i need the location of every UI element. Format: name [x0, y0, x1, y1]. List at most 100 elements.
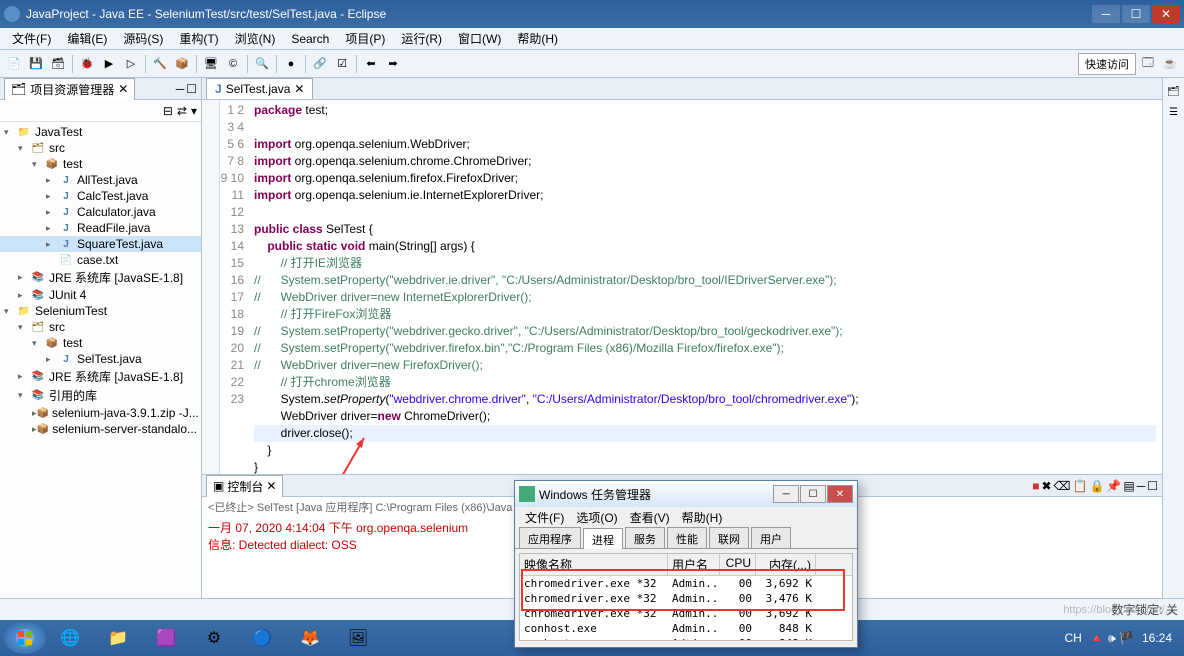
menu-item[interactable]: 帮助(H): [509, 28, 566, 49]
scroll-lock-button[interactable]: 🔒: [1089, 479, 1104, 493]
menu-item[interactable]: 重构(T): [171, 28, 226, 49]
start-button[interactable]: [4, 622, 46, 654]
tree-node[interactable]: ▸JCalculator.java: [0, 204, 201, 220]
tree-node[interactable]: ▸JCalcTest.java: [0, 188, 201, 204]
code-editor[interactable]: 1 2 3 4 5 6 7 8 9 10 11 12 13 14 15 16 1…: [202, 100, 1162, 474]
project-tree[interactable]: ▾📁JavaTest▾🗂src▾📦test▸JAllTest.java▸JCal…: [0, 122, 201, 634]
taskman-menu-item[interactable]: 查看(V): [624, 507, 676, 527]
back-button[interactable]: ⬅: [361, 54, 381, 74]
close-tab-icon[interactable]: ✕: [266, 479, 276, 493]
collapse-all-icon[interactable]: ⊟: [163, 104, 173, 118]
maximize-pane-icon[interactable]: ☐: [1147, 479, 1158, 493]
menu-item[interactable]: 运行(R): [393, 28, 450, 49]
table-row[interactable]: chromedriver.exe *32Admin..003,692 K: [520, 606, 852, 621]
close-tab-icon[interactable]: ✕: [118, 82, 128, 96]
remove-launch-button[interactable]: ✖: [1041, 479, 1051, 493]
remove-all-button[interactable]: ⌫: [1054, 479, 1071, 493]
taskman-tab[interactable]: 服务: [625, 527, 665, 548]
taskman-title-bar[interactable]: Windows 任务管理器 ─ ☐ ✕: [515, 481, 857, 507]
menu-item[interactable]: 文件(F): [4, 28, 59, 49]
terminate-button[interactable]: ■: [1032, 479, 1039, 493]
maximize-button[interactable]: ☐: [1122, 5, 1150, 23]
new-button[interactable]: 📄: [4, 54, 24, 74]
pin-console-button[interactable]: 📌: [1106, 479, 1121, 493]
tree-node[interactable]: ▸JSelTest.java: [0, 351, 201, 367]
view-menu-icon[interactable]: ▾: [191, 104, 197, 118]
taskbar-firefox[interactable]: 🦊: [287, 623, 333, 653]
table-header[interactable]: 映像名称 用户名 CPU 内存(...): [520, 554, 852, 576]
tree-node[interactable]: ▾🗂src: [0, 319, 201, 335]
taskman-minimize-button[interactable]: ─: [773, 485, 799, 503]
tree-node[interactable]: ▾📁JavaTest: [0, 124, 201, 140]
tree-node[interactable]: ▸JSquareTest.java: [0, 236, 201, 252]
close-button[interactable]: ✕: [1152, 5, 1180, 23]
table-row[interactable]: conhost.exeAdmin..00848 K: [520, 621, 852, 636]
taskbar-app3[interactable]: 🖼: [335, 623, 381, 653]
run-button[interactable]: ▶: [99, 54, 119, 74]
taskman-maximize-button[interactable]: ☐: [800, 485, 826, 503]
new-server-button[interactable]: 🖥: [201, 54, 221, 74]
task-manager-window[interactable]: Windows 任务管理器 ─ ☐ ✕ 文件(F)选项(O)查看(V)帮助(H)…: [514, 480, 858, 648]
tree-node[interactable]: ▸📦selenium-java-3.9.1.zip -J...: [0, 405, 201, 421]
taskman-menu-item[interactable]: 选项(O): [570, 507, 623, 527]
forward-button[interactable]: ➡: [383, 54, 403, 74]
perspective-javaee-button[interactable]: 🗔: [1138, 54, 1158, 74]
run-last-button[interactable]: ▷: [121, 54, 141, 74]
console-tab[interactable]: ▣ 控制台 ✕: [206, 475, 283, 497]
tree-node[interactable]: ▾📁SeleniumTest: [0, 303, 201, 319]
taskbar-app2[interactable]: ⚙: [191, 623, 237, 653]
maximize-pane-icon[interactable]: ☐: [186, 82, 197, 96]
tree-node[interactable]: ▸📚JRE 系统库 [JavaSE-1.8]: [0, 268, 201, 287]
toggle-breakpoint-button[interactable]: ●: [281, 54, 301, 74]
taskman-menu-item[interactable]: 文件(F): [519, 507, 570, 527]
taskman-tab[interactable]: 用户: [751, 527, 791, 548]
tree-node[interactable]: ▸JReadFile.java: [0, 220, 201, 236]
tree-node[interactable]: ▸📚JUnit 4: [0, 287, 201, 303]
taskbar-chrome[interactable]: 🔵: [239, 623, 285, 653]
tree-node[interactable]: ▾🗂src: [0, 140, 201, 156]
taskman-close-button[interactable]: ✕: [827, 485, 853, 503]
perspective-java-button[interactable]: ☕: [1160, 54, 1180, 74]
project-explorer-tab[interactable]: 🗂 项目资源管理器 ✕: [4, 78, 135, 100]
taskbar-explorer[interactable]: 📁: [95, 623, 141, 653]
minimize-button[interactable]: ─: [1092, 5, 1120, 23]
menu-item[interactable]: 项目(P): [337, 28, 393, 49]
tree-node[interactable]: ▾📦test: [0, 156, 201, 172]
table-row[interactable]: conhost.exeAdmin..00848 K: [520, 636, 852, 641]
menu-item[interactable]: Search: [283, 30, 337, 48]
tree-node[interactable]: ▾📦test: [0, 335, 201, 351]
quick-access[interactable]: 快速访问: [1078, 53, 1136, 75]
outline-button[interactable]: 🗂: [1168, 84, 1179, 97]
minimize-pane-icon[interactable]: ─: [1137, 479, 1146, 493]
menu-item[interactable]: 编辑(E): [59, 28, 115, 49]
close-tab-icon[interactable]: ✕: [294, 82, 304, 96]
task-list-button[interactable]: ☰: [1168, 107, 1179, 118]
clear-console-button[interactable]: 📋: [1073, 479, 1088, 493]
tree-node[interactable]: ▾📚引用的库: [0, 386, 201, 405]
taskman-tab[interactable]: 应用程序: [519, 527, 581, 548]
tree-node[interactable]: ▸📦selenium-server-standalo...: [0, 421, 201, 437]
open-task-button[interactable]: ☑: [332, 54, 352, 74]
link-editor-icon[interactable]: ⇄: [177, 104, 187, 118]
system-tray[interactable]: CH 🔺 🕪 🏴 16:24: [1065, 631, 1181, 646]
minimize-pane-icon[interactable]: ─: [176, 82, 185, 96]
search-button[interactable]: 🔍: [252, 54, 272, 74]
table-row[interactable]: chromedriver.exe *32Admin..003,476 K: [520, 591, 852, 606]
taskman-tab[interactable]: 进程: [583, 528, 623, 549]
taskbar-ie[interactable]: 🌐: [47, 623, 93, 653]
taskman-tab[interactable]: 性能: [667, 527, 707, 548]
menu-item[interactable]: 浏览(N): [227, 28, 284, 49]
code-content[interactable]: package test; import org.openqa.selenium…: [248, 100, 1162, 474]
menu-item[interactable]: 窗口(W): [450, 28, 509, 49]
taskman-tab[interactable]: 联网: [709, 527, 749, 548]
tree-node[interactable]: ▸📚JRE 系统库 [JavaSE-1.8]: [0, 367, 201, 386]
tree-node[interactable]: 📄case.txt: [0, 252, 201, 268]
package-button[interactable]: 📦: [172, 54, 192, 74]
menu-item[interactable]: 源码(S): [115, 28, 171, 49]
taskman-process-table[interactable]: 映像名称 用户名 CPU 内存(...) chromedriver.exe *3…: [519, 553, 853, 641]
editor-tab-seltest[interactable]: J SelTest.java ✕: [206, 78, 313, 99]
save-all-button[interactable]: 🗃: [48, 54, 68, 74]
new-class-button[interactable]: ©: [223, 54, 243, 74]
tray-icons[interactable]: 🔺 🕪 🏴: [1090, 631, 1134, 646]
taskman-menu-item[interactable]: 帮助(H): [676, 507, 729, 527]
